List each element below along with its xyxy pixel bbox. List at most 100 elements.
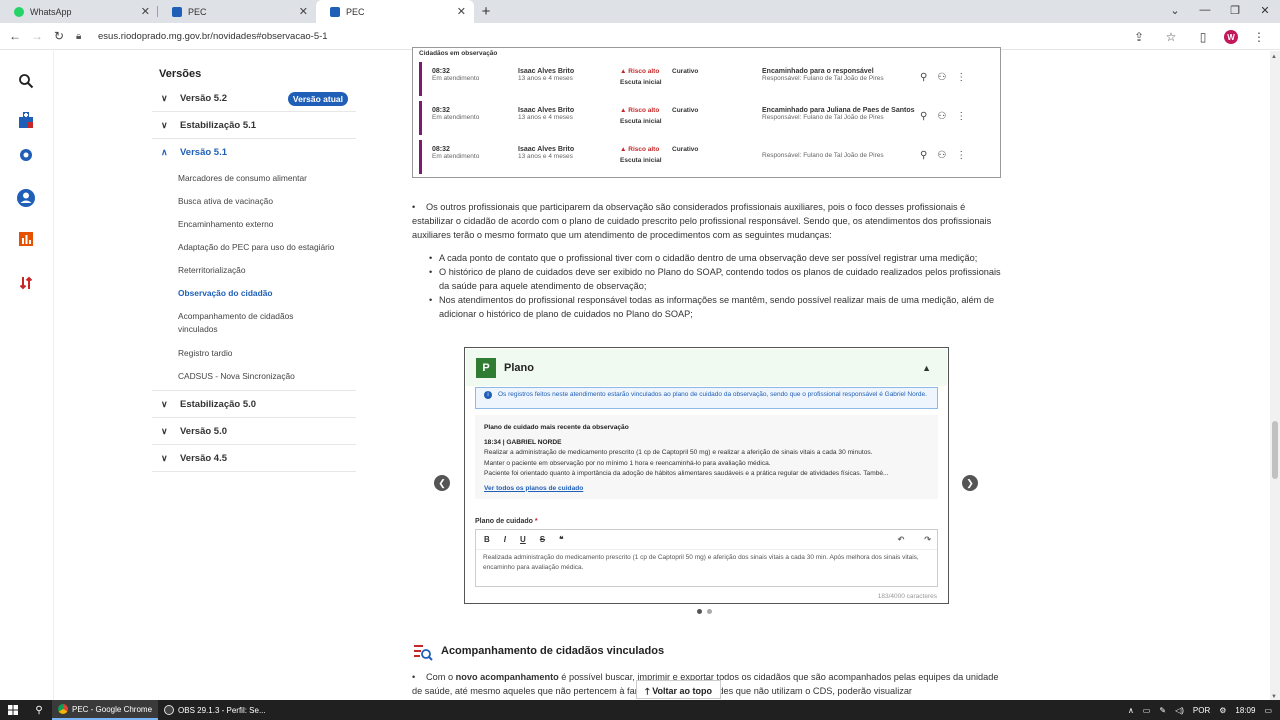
scrollbar-thumb[interactable] xyxy=(1272,421,1278,479)
maximize-button[interactable]: ❐ xyxy=(1220,0,1250,20)
window-close-button[interactable]: ✕ xyxy=(1250,0,1280,20)
char-counter: 183/4000 caracteres xyxy=(877,593,937,600)
recent-plan-line: Realizar a administração de medicamento … xyxy=(484,449,873,456)
italic-icon: I xyxy=(503,535,507,544)
gear-icon[interactable] xyxy=(16,145,36,165)
version-5-1-sublist: Marcadores de consumo alimentar Busca at… xyxy=(152,166,356,391)
risk-badge: ▲ Risco alto Escuta inicial xyxy=(620,146,662,164)
tab-whatsapp[interactable]: WhatsApp ✕ xyxy=(0,0,158,23)
subitem-observacao[interactable]: Observação do cidadão xyxy=(152,287,356,310)
subitem-cadsus[interactable]: CADSUS - Nova Sincronização xyxy=(152,370,356,382)
close-icon[interactable]: ✕ xyxy=(141,5,150,18)
plano-badge: P xyxy=(476,357,496,378)
whatsapp-icon xyxy=(14,6,24,17)
address-bar[interactable]: 🔒︎ esus.riodoprado.mg.gov.br/novidades#o… xyxy=(76,26,1125,47)
tray-expand-icon[interactable]: ∧ xyxy=(1128,706,1134,715)
close-icon[interactable]: ✕ xyxy=(299,5,308,18)
recent-plan-author: 18:34 | GABRIEL NORDE xyxy=(484,438,562,446)
undo-icon: ↶ xyxy=(897,535,905,544)
taskbar-app-chrome[interactable]: PEC - Google Chrome xyxy=(52,700,159,720)
observation-list-image: Cidadãos em observação 08:32 Em atendimen… xyxy=(412,47,1001,178)
subitem-estagiario[interactable]: Adaptação do PEC para uso do estagiário xyxy=(152,241,356,264)
menu-kebab-icon[interactable]: ⋮ xyxy=(1248,26,1270,48)
more-icon: ⋮ xyxy=(956,111,967,122)
tab-pec-2[interactable]: PEC ✕ xyxy=(316,0,474,23)
subitem-registro-tardio[interactable]: Registro tardio xyxy=(152,347,356,370)
carousel-dots xyxy=(697,609,712,614)
recent-plan-line: Paciente foi orientado quanto à importân… xyxy=(484,470,889,477)
sidepanel-icon[interactable]: ▯ xyxy=(1192,26,1214,48)
recent-plan-line: Manter o paciente em observação por no m… xyxy=(484,459,771,467)
chrome-icon xyxy=(58,704,68,714)
tab-pec-1[interactable]: PEC ✕ xyxy=(158,0,316,23)
stabilization-5-0[interactable]: ∨ Estabilização 5.0 xyxy=(152,391,356,418)
profile-avatar[interactable]: W xyxy=(1224,30,1238,44)
versions-title: Versões xyxy=(159,68,202,80)
risk-badge: ▲ Risco alto Escuta inicial xyxy=(620,68,662,86)
notification-icon[interactable]: ▭ xyxy=(1264,706,1272,715)
subitem-marcadores[interactable]: Marcadores de consumo alimentar xyxy=(152,170,356,195)
os-taskbar: ⚲ PEC - Google Chrome OBS 29.1.3 - Perfi… xyxy=(0,700,1280,720)
editor-text: Realizada administração do medicamento p… xyxy=(483,554,919,571)
search-icon[interactable] xyxy=(16,71,36,91)
browser-toolbar: ← → ↻ 🔒︎ esus.riodoprado.mg.gov.br/novid… xyxy=(0,23,1280,50)
plano-title: Plano xyxy=(504,361,534,374)
minimize-button[interactable]: — xyxy=(1190,0,1220,20)
plano-info-alert: i Os registros feitos neste atendimento … xyxy=(475,387,938,409)
more-icon: ⋮ xyxy=(956,150,967,161)
volume-icon[interactable]: ◁) xyxy=(1175,706,1184,715)
version-5-2[interactable]: ∨ Versão 5.2 Versão atual xyxy=(152,85,356,112)
back-to-top-button[interactable]: 🡑 Voltar ao topo xyxy=(636,680,722,699)
forward-icon[interactable]: → xyxy=(26,25,48,47)
chevron-down-icon: ∨ xyxy=(161,92,168,103)
input-language[interactable]: POR xyxy=(1193,706,1210,715)
page-scrollbar[interactable]: ▲ ▼ xyxy=(1270,51,1280,703)
close-icon[interactable]: ✕ xyxy=(457,5,466,18)
version-5-1[interactable]: ∧ Versão 5.1 xyxy=(152,139,356,166)
pen-icon[interactable]: ✎ xyxy=(1159,706,1166,715)
share-icon[interactable]: ⇪ xyxy=(1128,26,1150,48)
subitem-encaminhamento[interactable]: Encaminhamento externo xyxy=(152,218,356,241)
section-title: Acompanhamento de cidadãos vinculados xyxy=(441,645,665,657)
underline-icon: U xyxy=(520,535,526,544)
plan-editor: B I U S ❝ ↶ ↷ Realizada administração do medi… xyxy=(475,529,938,587)
network-icon[interactable]: ▭ xyxy=(1143,706,1151,715)
version-label: Versão 5.1 xyxy=(180,147,228,158)
tab-search-icon[interactable]: ⌄ xyxy=(1160,0,1190,20)
reload-icon[interactable]: ↻ xyxy=(48,25,70,47)
transfer-icon[interactable] xyxy=(16,273,36,293)
arrow-up-icon: 🡑 xyxy=(645,686,650,696)
pec-icon xyxy=(330,6,340,17)
version-4-5[interactable]: ∨ Versão 4.5 xyxy=(152,445,356,472)
stabilization-5-1[interactable]: ∨ Estabilização 5.1 xyxy=(152,112,356,139)
version-label: Estabilização 5.1 xyxy=(180,119,257,131)
back-icon[interactable]: ← xyxy=(4,25,26,47)
carousel-dot[interactable] xyxy=(697,609,702,614)
people-icon: ⚇ xyxy=(937,111,947,122)
bookmark-star-icon[interactable]: ☆ xyxy=(1160,26,1182,48)
windows-start-icon[interactable] xyxy=(0,700,26,720)
tab-title: WhatsApp xyxy=(30,6,72,17)
carousel-next-button[interactable]: ❯ xyxy=(962,475,978,491)
carousel-dot[interactable] xyxy=(707,609,712,614)
settings-icon[interactable]: ⚙ xyxy=(1219,706,1226,715)
taskbar-app-obs[interactable]: OBS 29.1.3 - Perfil: Se... xyxy=(158,700,272,720)
tab-title: PEC xyxy=(346,6,365,17)
subitem-busca-ativa[interactable]: Busca ativa de vacinação xyxy=(152,195,356,218)
current-version-badge: Versão atual xyxy=(287,92,348,106)
report-chart-icon[interactable] xyxy=(16,229,36,249)
version-5-0[interactable]: ∨ Versão 5.0 xyxy=(152,418,356,445)
new-tab-button[interactable]: + xyxy=(474,0,498,23)
subitem-reterritorializacao[interactable]: Reterritorialização xyxy=(152,264,356,287)
version-label: Versão 5.0 xyxy=(180,425,228,437)
user-icon[interactable] xyxy=(16,188,36,208)
clinic-icon[interactable] xyxy=(16,110,36,130)
person-search-icon: ⚲ xyxy=(920,111,928,122)
pec-icon xyxy=(172,6,182,17)
plano-header: P Plano ▲ xyxy=(466,349,947,386)
clock[interactable]: 18:09 xyxy=(1235,706,1255,715)
carousel-prev-button[interactable]: ❮ xyxy=(434,475,450,491)
quote-icon: ❝ xyxy=(559,535,564,544)
search-icon[interactable]: ⚲ xyxy=(26,700,52,720)
subitem-acompanhamento[interactable]: Acompanhamento de cidadãos vinculados xyxy=(152,310,356,347)
